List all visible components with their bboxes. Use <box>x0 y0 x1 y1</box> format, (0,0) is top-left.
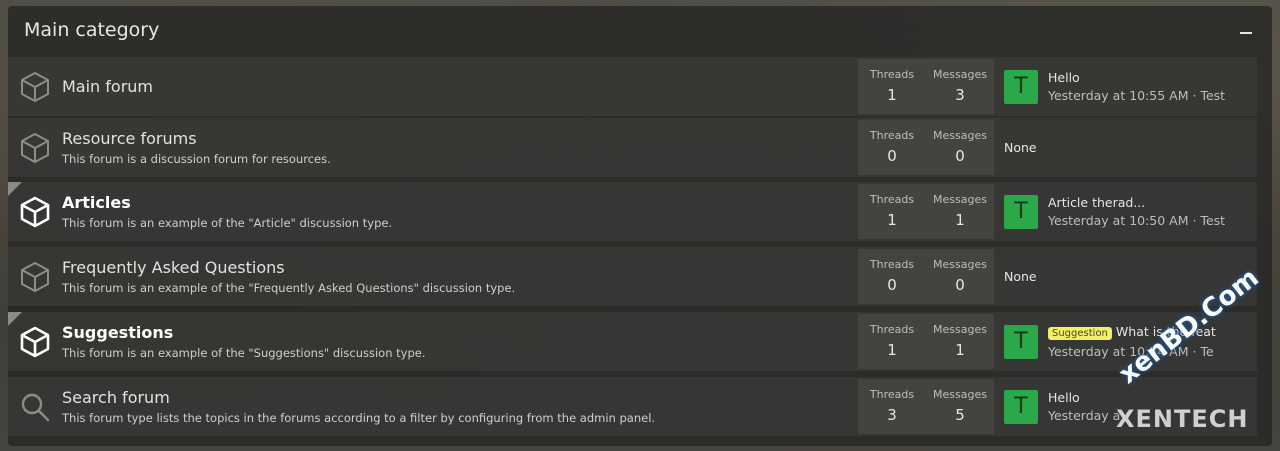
threads-label: Threads <box>869 258 915 271</box>
threads-stat: Threads 3 <box>858 379 926 434</box>
node-last-post: T Article therad... Yesterday at 10:50 A… <box>994 194 1257 229</box>
messages-stat: Messages 3 <box>926 59 994 114</box>
node-last-post: None <box>994 140 1257 155</box>
last-post-title-line: Article therad... <box>1048 195 1225 211</box>
threads-stat: Threads 1 <box>858 314 926 369</box>
cube-icon <box>8 260 62 294</box>
avatar[interactable]: T <box>1004 194 1038 229</box>
messages-count: 0 <box>955 147 965 165</box>
prefix-badge[interactable]: Suggestion <box>1048 327 1112 340</box>
node-last-post: T Suggestion What is the feat Yesterday a… <box>994 324 1257 359</box>
forum-node: Main forum Threads 1 Messages 3 T Hello … <box>8 57 1257 116</box>
cube-icon <box>8 325 62 359</box>
cube-icon <box>8 195 62 229</box>
messages-stat: Messages 1 <box>926 314 994 369</box>
node-description: This forum is an example of the "Frequen… <box>62 281 516 295</box>
avatar[interactable]: T <box>1004 324 1038 359</box>
last-post-title-line: Hello <box>1048 390 1120 406</box>
threads-stat: Threads 1 <box>858 59 926 114</box>
threads-count: 0 <box>887 276 897 294</box>
forum-node: Suggestions This forum is an example of … <box>8 312 1257 371</box>
node-title[interactable]: Main forum <box>62 77 858 97</box>
messages-count: 5 <box>955 406 965 424</box>
last-post-title[interactable]: Hello <box>1048 390 1080 405</box>
node-title[interactable]: Resource forums <box>62 129 858 149</box>
node-description: This forum is a discussion forum for res… <box>62 152 331 166</box>
messages-count: 0 <box>955 276 965 294</box>
messages-label: Messages <box>933 323 987 336</box>
threads-label: Threads <box>869 129 915 142</box>
node-title[interactable]: Frequently Asked Questions <box>62 258 858 278</box>
node-stats: Threads 0 Messages 0 <box>858 120 994 175</box>
search-icon <box>8 390 62 424</box>
node-description: This forum type lists the topics in the … <box>62 411 656 425</box>
node-title[interactable]: Search forum <box>62 388 858 408</box>
threads-label: Threads <box>869 323 915 336</box>
messages-stat: Messages 1 <box>926 184 994 239</box>
messages-stat: Messages 0 <box>926 249 994 304</box>
node-description: This forum is an example of the "Suggest… <box>62 346 426 360</box>
messages-stat: Messages 5 <box>926 379 994 434</box>
last-post-meta[interactable]: Yesterday at 10:50 AM · Test <box>1048 213 1225 228</box>
no-posts-label: None <box>1004 140 1037 155</box>
node-last-post: T Hello Yesterday at 10:55 AM · Test <box>994 69 1257 104</box>
threads-stat: Threads 0 <box>858 249 926 304</box>
forum-node: Resource forums This forum is a discussi… <box>8 118 1257 177</box>
last-post-meta[interactable]: Yesterday a <box>1048 408 1120 423</box>
collapse-icon[interactable] <box>1236 20 1256 40</box>
threads-label: Threads <box>869 68 915 81</box>
messages-label: Messages <box>933 129 987 142</box>
node-stats: Threads 1 Messages 1 <box>858 314 994 369</box>
node-description: This forum is an example of the "Article… <box>62 216 393 230</box>
messages-label: Messages <box>933 193 987 206</box>
messages-label: Messages <box>933 258 987 271</box>
last-post-title[interactable]: Article therad... <box>1048 195 1145 210</box>
threads-count: 1 <box>887 211 897 229</box>
category-title[interactable]: Main category <box>24 19 159 41</box>
node-stats: Threads 3 Messages 5 <box>858 379 994 434</box>
messages-count: 1 <box>955 341 965 359</box>
last-post-meta[interactable]: Yesterday at 10:55 AM · Test <box>1048 88 1225 103</box>
messages-count: 1 <box>955 211 965 229</box>
cube-icon <box>8 70 62 104</box>
threads-label: Threads <box>869 193 915 206</box>
threads-count: 0 <box>887 147 897 165</box>
threads-count: 1 <box>887 86 897 104</box>
threads-count: 3 <box>887 406 897 424</box>
node-title[interactable]: Suggestions <box>62 323 858 343</box>
last-post-title-line: Hello <box>1048 70 1225 86</box>
node-stats: Threads 1 Messages 3 <box>858 59 994 114</box>
avatar[interactable]: T <box>1004 389 1038 424</box>
threads-count: 1 <box>887 341 897 359</box>
node-title[interactable]: Articles <box>62 193 858 213</box>
avatar[interactable]: T <box>1004 69 1038 104</box>
messages-label: Messages <box>933 388 987 401</box>
forum-node: Frequently Asked Questions This forum is… <box>8 247 1257 306</box>
messages-stat: Messages 0 <box>926 120 994 175</box>
no-posts-label: None <box>1004 269 1037 284</box>
category-header: Main category <box>8 6 1272 54</box>
forum-node: Articles This forum is an example of the… <box>8 182 1257 241</box>
threads-label: Threads <box>869 388 915 401</box>
node-stats: Threads 0 Messages 0 <box>858 249 994 304</box>
last-post-title[interactable]: Hello <box>1048 70 1080 85</box>
messages-count: 3 <box>955 86 965 104</box>
node-last-post: None <box>994 269 1257 284</box>
forum-node: Search forum This forum type lists the t… <box>8 377 1257 436</box>
node-stats: Threads 1 Messages 1 <box>858 184 994 239</box>
threads-stat: Threads 1 <box>858 184 926 239</box>
threads-stat: Threads 0 <box>858 120 926 175</box>
cube-icon <box>8 131 62 165</box>
watermark-brand: XENTECH <box>1116 405 1249 433</box>
messages-label: Messages <box>933 68 987 81</box>
